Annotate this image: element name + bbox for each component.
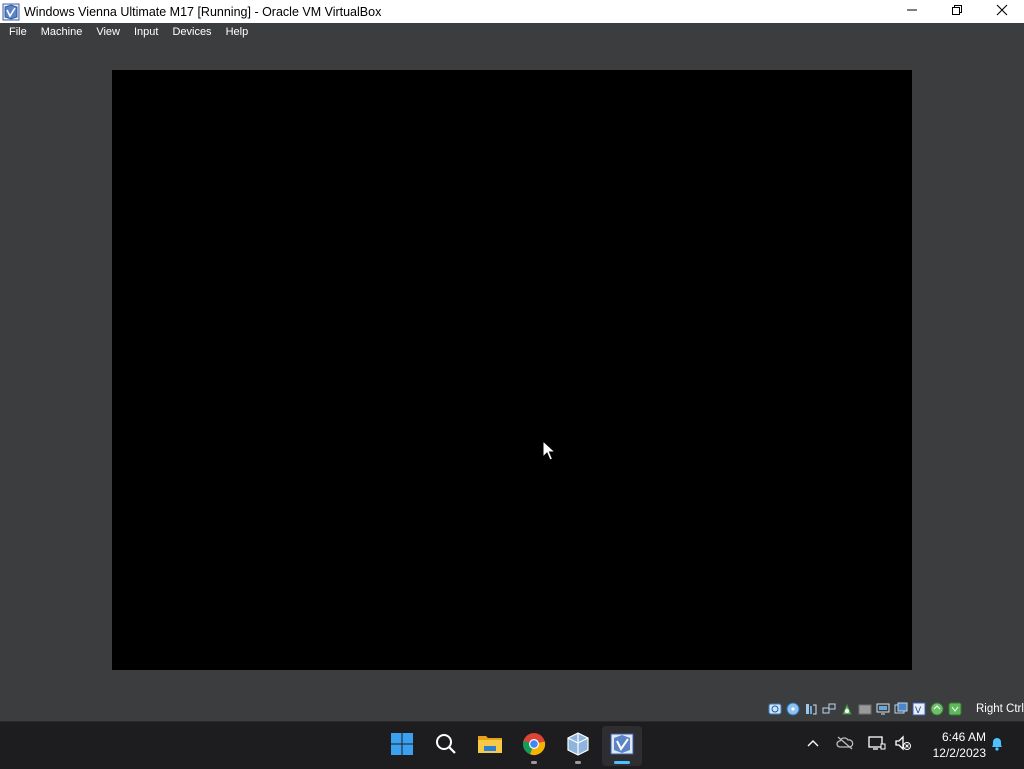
title-bar[interactable]: Windows Vienna Ultimate M17 [Running] - … bbox=[0, 0, 1024, 23]
search-button[interactable] bbox=[426, 726, 466, 766]
mouse-pointer-icon bbox=[542, 439, 557, 467]
audio-icon[interactable] bbox=[803, 701, 818, 716]
menu-file[interactable]: File bbox=[4, 26, 32, 38]
network-status-button[interactable] bbox=[866, 722, 888, 769]
file-explorer-icon bbox=[477, 732, 503, 761]
recording-icon[interactable] bbox=[893, 701, 908, 716]
taskbar: 6:46 AM 12/2/2023 bbox=[0, 721, 1024, 769]
hard-disk-icon[interactable] bbox=[767, 701, 782, 716]
show-hidden-icons-button[interactable] bbox=[802, 722, 824, 769]
svg-text:V: V bbox=[915, 706, 922, 716]
notifications-button[interactable] bbox=[986, 722, 1008, 769]
virtualbox-button[interactable] bbox=[558, 726, 598, 766]
start-button[interactable] bbox=[382, 726, 422, 766]
window-title: Windows Vienna Ultimate M17 [Running] - … bbox=[24, 4, 382, 19]
close-button[interactable] bbox=[979, 0, 1024, 23]
network-icon[interactable] bbox=[821, 701, 836, 716]
usb-icon[interactable] bbox=[839, 701, 854, 716]
mouse-integration-icon[interactable] bbox=[929, 701, 944, 716]
menu-help[interactable]: Help bbox=[221, 26, 254, 38]
menu-machine[interactable]: Machine bbox=[36, 26, 88, 38]
display-icon[interactable] bbox=[875, 701, 890, 716]
onedrive-icon bbox=[836, 736, 854, 755]
onedrive-button[interactable] bbox=[834, 722, 856, 769]
window-controls bbox=[889, 0, 1024, 23]
restore-button[interactable] bbox=[934, 0, 979, 23]
minimize-icon bbox=[906, 3, 918, 21]
chevron-up-icon bbox=[807, 737, 819, 755]
menu-bar: File Machine View Input Devices Help bbox=[0, 23, 1024, 41]
virtualbox-vm-button[interactable] bbox=[602, 726, 642, 766]
virtualbox-icon bbox=[565, 731, 591, 762]
shared-folders-icon[interactable] bbox=[857, 701, 872, 716]
status-bar: V Right Ctrl bbox=[0, 698, 1024, 720]
volume-button[interactable] bbox=[892, 722, 914, 769]
active-indicator bbox=[614, 761, 630, 764]
clock[interactable]: 6:46 AM 12/2/2023 bbox=[920, 729, 986, 761]
notifications-icon bbox=[989, 735, 1005, 756]
menu-devices[interactable]: Devices bbox=[167, 26, 216, 38]
vm-display[interactable] bbox=[112, 70, 912, 670]
running-indicator bbox=[531, 761, 537, 764]
virtualbox-app-icon bbox=[2, 3, 20, 21]
keyboard-capture-icon[interactable] bbox=[947, 701, 962, 716]
status-icons: V bbox=[767, 701, 965, 716]
clock-date: 12/2/2023 bbox=[932, 746, 986, 760]
running-indicator bbox=[575, 761, 581, 764]
start-icon bbox=[390, 732, 414, 761]
minimize-button[interactable] bbox=[889, 0, 934, 23]
clock-time: 6:46 AM bbox=[941, 730, 986, 744]
virtualbox-vm-icon bbox=[609, 731, 635, 762]
host-key-label: Right Ctrl bbox=[976, 703, 1024, 715]
optical-drive-icon[interactable] bbox=[785, 701, 800, 716]
cpu-icon[interactable]: V bbox=[911, 701, 926, 716]
restore-icon bbox=[951, 3, 963, 21]
search-icon bbox=[434, 732, 458, 761]
volume-muted-icon bbox=[894, 735, 912, 756]
menu-view[interactable]: View bbox=[91, 26, 125, 38]
chrome-icon bbox=[522, 732, 546, 761]
menu-input[interactable]: Input bbox=[129, 26, 163, 38]
close-icon bbox=[996, 3, 1008, 21]
file-explorer-button[interactable] bbox=[470, 726, 510, 766]
network-icon bbox=[868, 735, 886, 756]
chrome-button[interactable] bbox=[514, 726, 554, 766]
